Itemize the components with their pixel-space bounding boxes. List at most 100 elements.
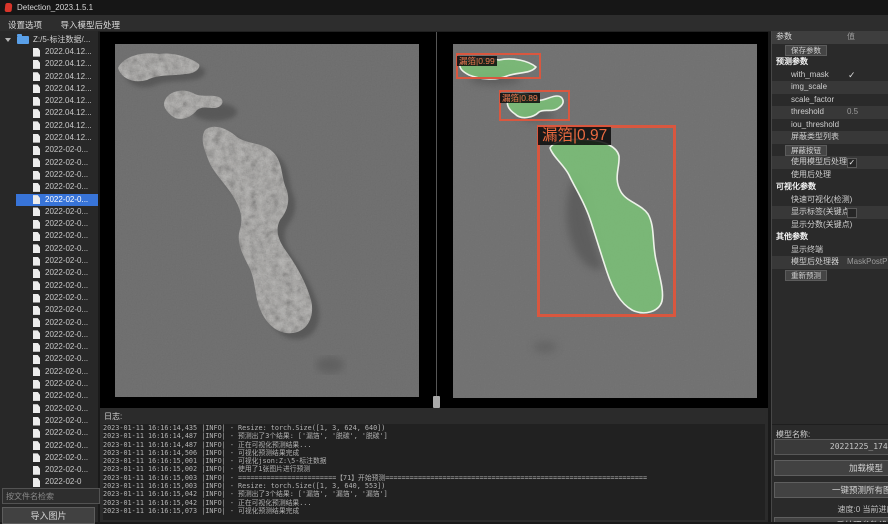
tree-item[interactable]: 2022-02-0... xyxy=(0,415,98,427)
param-use-postprocess: 使用后处理 xyxy=(772,169,888,182)
block-button[interactable]: 屏蔽按钮 xyxy=(772,144,888,157)
param-label: 屏蔽类型列表 xyxy=(791,131,839,144)
tree-item-label: 2022.04.12... xyxy=(45,121,92,130)
tree-item[interactable]: 2022-02-0... xyxy=(0,427,98,439)
tree-item-label: 2022-02-0... xyxy=(45,145,88,154)
param-iou-threshold: iou_threshold xyxy=(772,119,888,132)
tree-item[interactable]: 2022-02-0... xyxy=(0,267,98,279)
param-label: 显示分数(关键点) xyxy=(791,219,852,232)
repredict-button[interactable]: 重新预测 xyxy=(772,269,888,282)
param-value: 值 xyxy=(847,31,855,44)
detection-overlay: 漏箔|0.99漏箔|0.89漏箔|0.97 xyxy=(453,44,757,398)
param-use-model-postprocess[interactable]: 使用模型后处理 xyxy=(772,156,888,169)
param-fast-visualization: 快速可视化(检测) xyxy=(772,194,888,207)
param-show-labels[interactable]: 显示标签(关键点) xyxy=(772,206,888,219)
postprocess-params-button[interactable]: 后处理参数设置 xyxy=(774,517,888,522)
tree-item[interactable]: 2022.04.12... xyxy=(0,95,98,107)
param-label: threshold xyxy=(791,106,824,119)
block-button[interactable]: 屏蔽按钮 xyxy=(785,145,827,156)
param-label: 使用后处理 xyxy=(791,169,831,182)
tree-item[interactable]: 2022-02-0... xyxy=(0,440,98,452)
tree-item[interactable]: 2022-02-0... xyxy=(0,292,98,304)
tree-item[interactable]: 2022.04.12... xyxy=(0,83,98,95)
tree-item[interactable]: 2022.04.12... xyxy=(0,120,98,132)
tree-item[interactable]: 2022-02-0... xyxy=(0,255,98,267)
original-image-panel[interactable] xyxy=(115,44,419,397)
file-icon xyxy=(33,355,40,364)
tree-item-label: 2022-02-0... xyxy=(45,195,88,204)
tree-item[interactable]: 2022-02-0... xyxy=(0,206,98,218)
save-params-button[interactable]: 保存参数 xyxy=(772,44,888,57)
tree-item[interactable]: 2022.04.12... xyxy=(0,107,98,119)
log-panel: 日志: 2023-01-11 16:16:14,435 |INFO| - Res… xyxy=(100,408,768,522)
file-icon xyxy=(33,281,40,290)
predict-all-button[interactable]: 一键预测所有图片 xyxy=(774,482,888,498)
file-tree-panel: Z:/5-标注数据/... 2022.04.12...2022.04.12...… xyxy=(0,31,98,522)
log-list[interactable]: 2023-01-11 16:16:14,435 |INFO| - Resize:… xyxy=(103,424,765,520)
tree-item[interactable]: 2022.04.12... xyxy=(0,46,98,58)
tree-item[interactable]: 2022-02-0... xyxy=(0,390,98,402)
import-images-button[interactable]: 导入图片 xyxy=(2,507,95,524)
tree-item-label: 2022-02-0... xyxy=(45,404,88,413)
file-icon xyxy=(33,404,40,413)
checkbox-unchecked-icon[interactable] xyxy=(847,208,857,218)
param-label: with_mask xyxy=(791,69,829,82)
tree-item-label: 2022.04.12... xyxy=(45,84,92,93)
section-other-params: 其他参数 xyxy=(772,231,888,244)
splitter-handle[interactable] xyxy=(433,396,440,408)
file-icon xyxy=(33,429,40,438)
tree-item[interactable]: 2022-02-0... xyxy=(0,218,98,230)
tree-item-label: 2022-02-0... xyxy=(45,379,88,388)
tree-item[interactable]: 2022-02-0... xyxy=(0,378,98,390)
load-model-button[interactable]: 加载模型 xyxy=(774,460,888,476)
file-icon xyxy=(33,330,40,339)
tree-item-label: 2022-02-0... xyxy=(45,465,88,474)
file-icon xyxy=(33,60,40,69)
file-icon xyxy=(33,158,40,167)
tree-item[interactable]: 2022-02-0... xyxy=(0,464,98,476)
tree-item[interactable]: 2022-02-0... xyxy=(0,157,98,169)
tree-item[interactable]: 2022-02-0... xyxy=(0,329,98,341)
tree-item[interactable]: 2022-02-0... xyxy=(0,452,98,464)
tree-item-label: 2022-02-0... xyxy=(45,416,88,425)
file-icon xyxy=(33,244,40,253)
tree-item[interactable]: 2022-02-0... xyxy=(0,230,98,242)
save-params-button[interactable]: 保存参数 xyxy=(785,45,827,56)
tree-item[interactable]: 2022-02-0... xyxy=(0,304,98,316)
tree-item[interactable]: 2022-02-0 xyxy=(0,476,98,487)
expand-arrow-icon[interactable] xyxy=(5,38,11,42)
tree-item[interactable]: 2022-02-0... xyxy=(0,181,98,193)
param-show-terminal: 显示终端 xyxy=(772,244,888,257)
param-label: 模型后处理器 xyxy=(791,256,839,269)
checkbox-checked-icon[interactable] xyxy=(847,158,857,168)
tree-item[interactable]: 2022-02-0... xyxy=(0,194,98,206)
tree-item[interactable]: 2022-02-0... xyxy=(0,403,98,415)
param-label: 显示终端 xyxy=(791,244,823,257)
model-name-field[interactable]: 20221225_174813 xyxy=(774,439,888,455)
tree-item[interactable]: 2022.04.12... xyxy=(0,132,98,144)
tree-item[interactable]: 2022-02-0... xyxy=(0,280,98,292)
tree-item-label: 2022.04.12... xyxy=(45,59,92,68)
file-icon xyxy=(33,220,40,229)
repredict-button[interactable]: 重新预测 xyxy=(785,270,827,281)
file-icon xyxy=(33,84,40,93)
tree-item[interactable]: 2022.04.12... xyxy=(0,71,98,83)
tree-item[interactable]: 2022.04.12... xyxy=(0,58,98,70)
file-icon xyxy=(33,121,40,130)
param-rows: 参数值保存参数预测参数with_maskimg_scalescale_facto… xyxy=(772,31,888,281)
tree-item[interactable]: 2022-02-0... xyxy=(0,341,98,353)
file-search-input[interactable] xyxy=(2,488,100,504)
file-tree: Z:/5-标注数据/... 2022.04.12...2022.04.12...… xyxy=(0,33,98,487)
tree-item-label: 2022-02-0... xyxy=(45,219,88,228)
tree-item[interactable]: 2022-02-0... xyxy=(0,243,98,255)
params-panel: 参数值保存参数预测参数with_maskimg_scalescale_facto… xyxy=(771,31,888,522)
tree-item[interactable]: 2022-02-0... xyxy=(0,144,98,156)
tree-item[interactable]: 2022-02-0... xyxy=(0,353,98,365)
tree-item[interactable]: 2022-02-0... xyxy=(0,366,98,378)
param-with-mask[interactable]: with_mask xyxy=(772,69,888,82)
detection-label: 漏箔|0.99 xyxy=(457,56,497,66)
tree-item[interactable]: 2022-02-0... xyxy=(0,317,98,329)
prediction-image-panel[interactable]: 漏箔|0.99漏箔|0.89漏箔|0.97 xyxy=(453,44,757,398)
tree-item[interactable]: 2022-02-0... xyxy=(0,169,98,181)
tree-root-folder[interactable]: Z:/5-标注数据/... xyxy=(0,33,98,46)
